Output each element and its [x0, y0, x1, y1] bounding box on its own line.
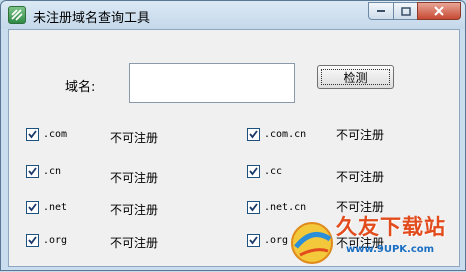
- checkmark-icon: [249, 167, 258, 176]
- tld-label: .com.cn: [264, 129, 307, 140]
- title-bar[interactable]: 未注册域名查询工具: [1, 1, 465, 29]
- checkmark-icon: [28, 167, 37, 176]
- app-window: 未注册域名查询工具 域名: 检测 .com 不可注册 .cn 不可注册 .net…: [0, 0, 466, 271]
- status-text: 不可注册: [110, 171, 159, 185]
- checkbox-net[interactable]: [26, 201, 39, 214]
- window-title: 未注册域名查询工具: [33, 11, 151, 26]
- checkmark-icon: [249, 203, 258, 212]
- status-text: 不可注册: [110, 203, 159, 217]
- watermark: 久友下载站 www.9UPK.com: [286, 211, 466, 272]
- focus-rect: [321, 69, 390, 85]
- domain-input[interactable]: [129, 63, 295, 103]
- checkbox-net-cn[interactable]: [247, 201, 260, 214]
- maximize-button[interactable]: [393, 2, 418, 20]
- status-text: 不可注册: [110, 131, 159, 145]
- checkmark-icon: [249, 130, 258, 139]
- checkbox-cn[interactable]: [26, 165, 39, 178]
- checkbox-org[interactable]: [26, 234, 39, 247]
- tld-label: .net: [43, 202, 68, 213]
- checkmark-icon: [28, 203, 37, 212]
- checkbox-cc[interactable]: [247, 165, 260, 178]
- tld-label: .org: [264, 235, 289, 246]
- checkmark-icon: [28, 130, 37, 139]
- app-icon: [8, 6, 26, 24]
- checkbox-com-cn[interactable]: [247, 128, 260, 141]
- status-text: 不可注册: [110, 236, 159, 250]
- status-text: 不可注册: [336, 170, 385, 184]
- checkbox-com[interactable]: [26, 128, 39, 141]
- tld-label: .org: [43, 235, 68, 246]
- close-icon: [418, 3, 460, 19]
- maximize-icon: [394, 3, 417, 19]
- minimize-button[interactable]: [368, 2, 394, 20]
- watermark-url: www.9UPK.com: [346, 244, 435, 255]
- tld-label: .cn: [43, 166, 62, 177]
- tld-label: .cc: [264, 166, 283, 177]
- close-button[interactable]: [417, 2, 461, 20]
- checkmark-icon: [28, 236, 37, 245]
- domain-label: 域名:: [65, 80, 96, 95]
- checkbox-org-2[interactable]: [247, 234, 260, 247]
- check-button[interactable]: 检测: [317, 65, 394, 89]
- watermark-text: 久友下载站: [336, 215, 446, 239]
- minimize-icon: [369, 3, 393, 19]
- checkmark-icon: [249, 236, 258, 245]
- tld-label: .com: [43, 129, 68, 140]
- status-text: 不可注册: [336, 128, 385, 142]
- watermark-logo-icon: [291, 222, 333, 264]
